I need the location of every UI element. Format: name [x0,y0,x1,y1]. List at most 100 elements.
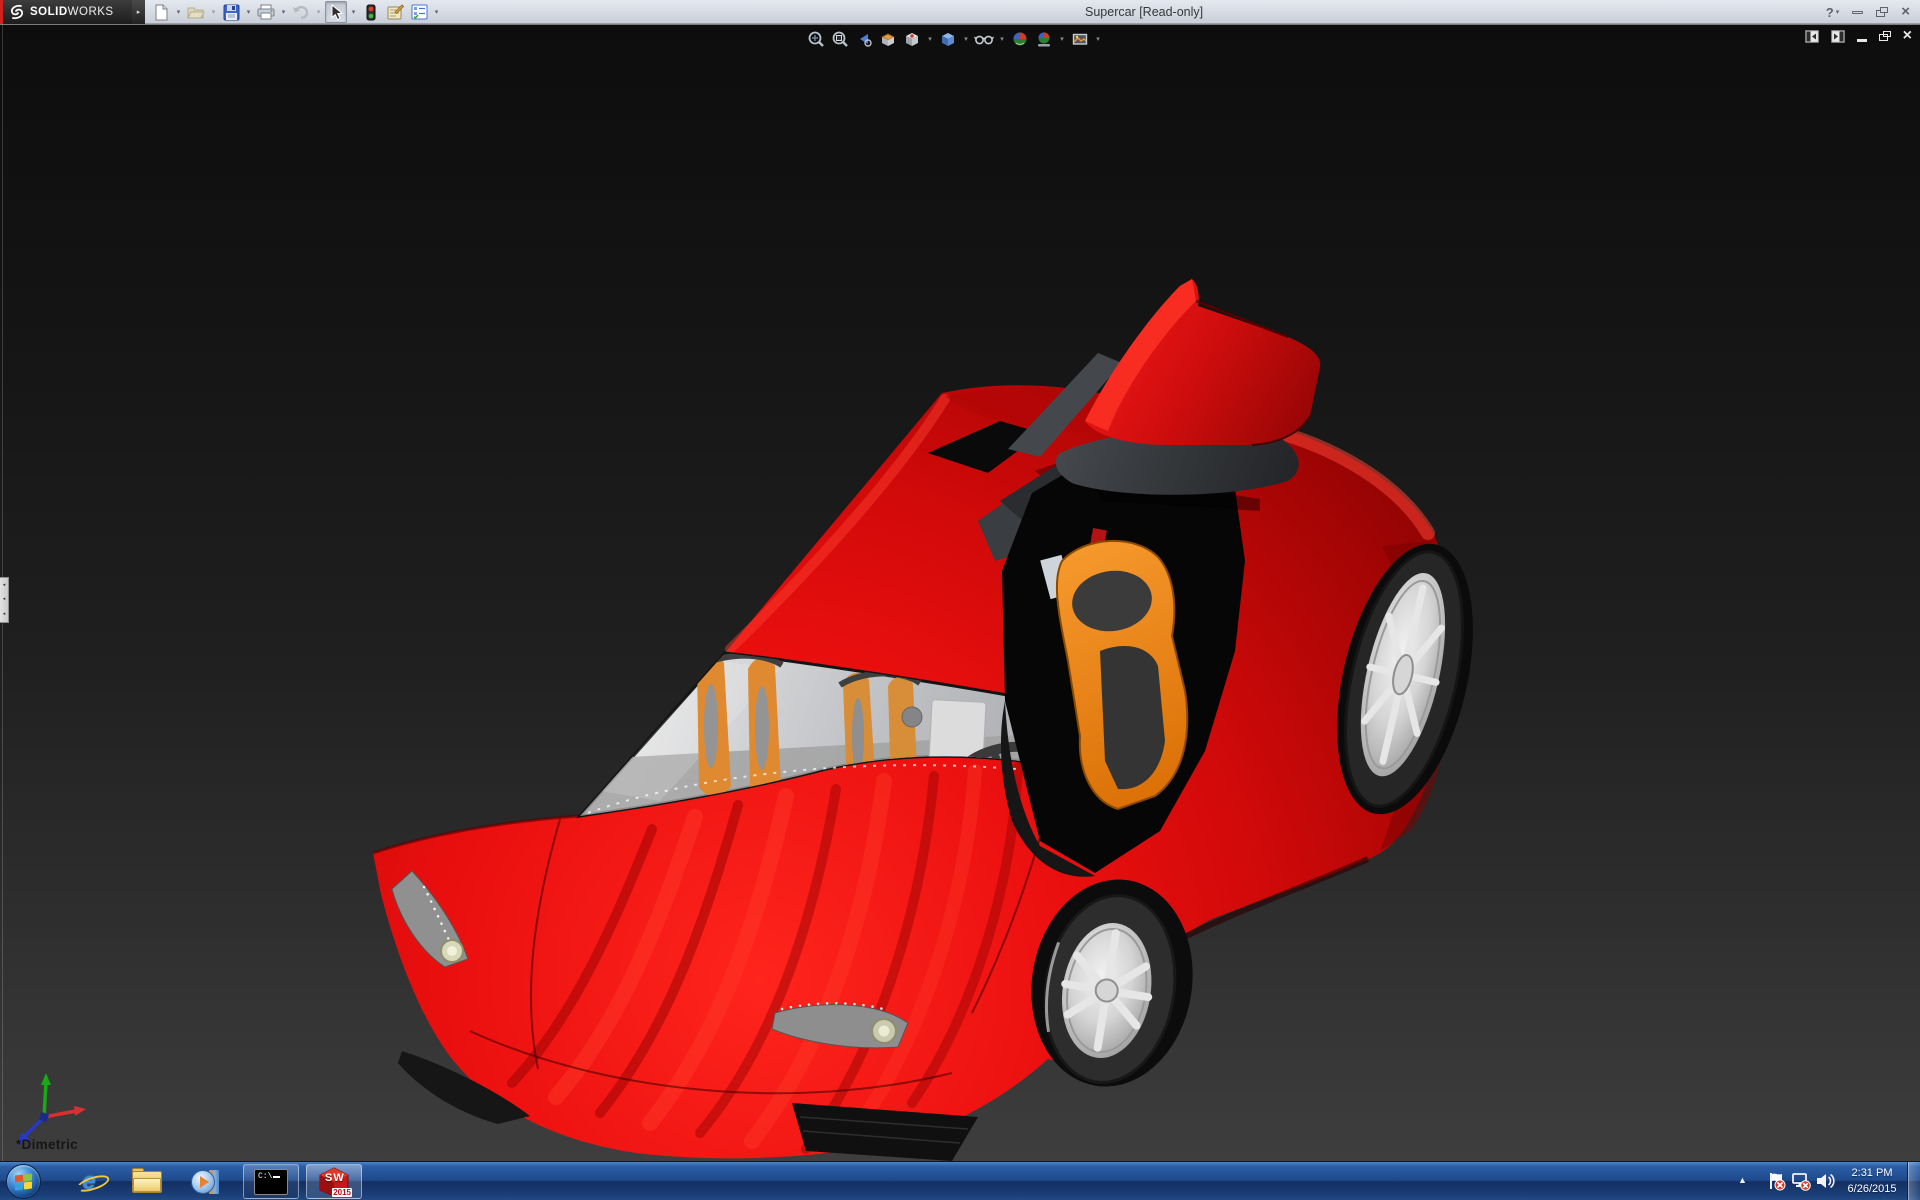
minimize-icon [1852,11,1863,14]
save-caret[interactable]: ▾ [244,8,253,16]
volume-icon[interactable] [1814,1170,1836,1192]
wordmark-light: WORKS [68,6,114,18]
featuremanager-collapsed-tab[interactable]: ◂ ◂ ◂ [0,577,9,623]
restore-icon [1876,7,1888,17]
zoom-to-fit-button[interactable] [806,29,826,49]
logo-red-stripe [0,0,3,24]
display-style-button[interactable] [938,29,958,49]
folder-icon [132,1171,162,1193]
apply-scene-caret[interactable]: ▾ [1058,35,1066,43]
options-checklist-button[interactable] [408,1,430,23]
window-controls: ? ▾ × [1826,0,1910,24]
open-caret[interactable]: ▾ [209,8,218,16]
apply-scene-button[interactable] [1034,29,1054,49]
collapse-arrow-icon: ◂ [3,597,6,602]
restore-button[interactable] [1876,7,1888,17]
previous-view-icon [855,30,873,48]
tray-expand-button[interactable]: ▲ [1738,1175,1747,1185]
previous-view-button[interactable] [854,29,874,49]
undo-caret[interactable]: ▾ [314,8,323,16]
sw-letters: SW [325,1172,345,1184]
wordmark-bold: SOLID [30,6,68,18]
view-settings-icon [1071,30,1089,48]
section-view-button[interactable] [878,29,898,49]
sw-year-badge: 2015 [332,1188,352,1197]
undo-button[interactable] [290,1,312,23]
open-button[interactable] [185,1,207,23]
view-settings-button[interactable] [1070,29,1090,49]
doc-restore-icon [1879,31,1891,42]
headsup-view-toolbar: ▾ ▾ ▾ [806,28,1102,50]
collapse-arrow-icon: ◂ [3,583,6,588]
taskbar-windows-explorer[interactable] [130,1167,164,1197]
help-button[interactable]: ? ▾ [1826,5,1839,20]
new-document-caret[interactable]: ▾ [174,8,183,16]
show-desktop-button[interactable] [1907,1162,1920,1200]
view-orientation-caret[interactable]: ▾ [926,35,934,43]
select-button[interactable] [325,1,347,23]
taskbar-media-player[interactable] [188,1167,222,1197]
section-view-icon [879,30,897,48]
start-button[interactable] [6,1164,41,1199]
doc-minimize-icon [1857,39,1867,42]
hide-show-items-caret[interactable]: ▾ [998,35,1006,43]
pane-toggle-right-icon [1831,30,1845,43]
taskbar-solidworks[interactable]: SW 2015 [306,1164,362,1199]
save-button[interactable] [220,1,242,23]
action-center-flag-icon[interactable] [1765,1170,1787,1192]
pane-toggle-right-button[interactable] [1831,30,1845,43]
minimize-button[interactable] [1852,11,1863,14]
media-player-icon [191,1169,219,1195]
collapse-arrow-icon: ◂ [3,612,6,617]
taskbar-command-prompt[interactable]: C:\ [243,1164,299,1199]
car-model [0,25,1920,1162]
close-icon: × [1901,5,1910,19]
display-style-caret[interactable]: ▾ [962,35,970,43]
view-settings-caret[interactable]: ▾ [1094,35,1102,43]
network-status-icon[interactable] [1790,1170,1812,1192]
close-button[interactable]: × [1901,5,1910,19]
cmd-label: C:\ [258,1172,272,1181]
select-caret[interactable]: ▾ [349,8,358,16]
print-caret[interactable]: ▾ [279,8,288,16]
hide-show-items-icon [974,30,994,48]
design-binder-button[interactable] [384,1,406,23]
view-orientation-button[interactable] [902,29,922,49]
flyout-arrow-icon: ▸ [137,8,141,16]
menu-flyout-button[interactable]: ▸ [132,0,145,24]
taskbar-clock[interactable]: 2:31 PM 6/26/2015 [1843,1165,1901,1197]
help-icon: ? [1826,5,1834,20]
view-orientation-label: *Dimetric [16,1137,78,1152]
titlebar: SOLIDWORKS ▸ ▾ ▾ [0,0,1920,24]
doc-close-button[interactable]: × [1903,29,1912,43]
help-caret[interactable]: ▾ [1836,8,1840,16]
zoom-to-area-button[interactable] [830,29,850,49]
solidworks-logo-icon [8,4,26,20]
clock-date: 6/26/2015 [1843,1181,1901,1197]
options-checklist-icon [411,4,428,20]
window-title: Supercar [Read-only] [1085,5,1203,19]
graphics-viewport[interactable]: ▾ ▾ ▾ [0,24,1920,1161]
options-caret[interactable]: ▾ [432,8,441,16]
main-toolbar: ▾ ▾ ▾ [150,0,441,24]
new-document-button[interactable] [150,1,172,23]
pane-toggle-left-icon [1805,30,1819,43]
interference-stoplight-button[interactable] [360,1,382,23]
clock-time: 2:31 PM [1843,1165,1901,1181]
solidworks-app-icon: SW 2015 [318,1167,350,1197]
internet-explorer-icon: e [82,1168,95,1196]
undo-icon [292,4,310,20]
design-binder-icon [386,4,404,20]
edit-appearance-button[interactable] [1010,29,1030,49]
hide-show-items-button[interactable] [974,29,994,49]
taskbar-internet-explorer[interactable]: e [72,1167,106,1197]
print-icon [257,4,275,20]
select-cursor-icon [329,4,343,21]
pane-toggle-left-button[interactable] [1805,30,1819,43]
display-style-icon [939,30,957,48]
doc-restore-button[interactable] [1879,31,1891,42]
windows-flag-icon [15,1174,33,1190]
solidworks-wordmark: SOLIDWORKS [30,6,114,18]
print-button[interactable] [255,1,277,23]
doc-minimize-button[interactable] [1857,31,1867,42]
